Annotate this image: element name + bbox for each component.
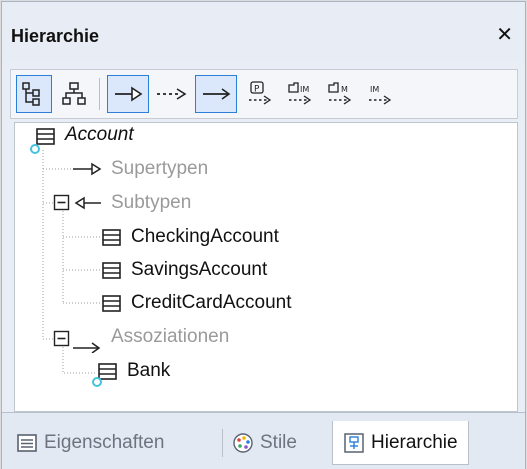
hierarchy-window: Hierarchie ✕ P IM M IM Account Supertype… [1,1,526,469]
package-import-icon: P [249,81,272,105]
import-button[interactable]: IM [363,75,399,113]
package-merge-icon: M [328,82,352,105]
tab-label: Eigenschaften [44,432,165,453]
title-bar: Hierarchie ✕ [2,2,525,62]
association-arrow-icon [203,88,231,100]
generalization-button[interactable] [107,75,149,113]
svg-text:P: P [254,85,260,95]
tree-view-icon [22,82,40,106]
merge-button-2[interactable]: M [323,75,359,113]
toolbar: P IM M IM [10,69,518,119]
connector-point-icon [30,144,40,154]
toolbar-separator [99,78,100,110]
class-icon [102,229,121,246]
association-arrow-icon [73,342,101,353]
tab-label: Stile [260,432,297,453]
close-icon[interactable]: ✕ [496,22,513,46]
palette-icon [233,433,253,453]
merge-button[interactable]: IM [283,75,319,113]
window-title: Hierarchie [11,26,100,46]
connector-point-icon [92,377,102,387]
tree-group-supertypes[interactable]: Supertypen [111,158,208,180]
graph-view-button[interactable] [56,75,92,113]
realization-button[interactable] [151,75,191,113]
tree-item-bank[interactable]: Bank [127,360,170,382]
hierarchy-tree: Account Supertypen Subtypen CheckingAcco… [14,122,518,412]
tree-root-account[interactable]: Account [65,124,134,146]
generalization-arrow-icon [115,86,143,102]
tree-item-creditcardaccount[interactable]: CreditCardAccount [131,292,292,314]
tree-view-button[interactable] [16,75,52,113]
package-import-button[interactable]: P [243,75,279,113]
tree-item-savingsaccount[interactable]: SavingsAccount [131,259,267,281]
tree-group-subtypes[interactable]: Subtypen [111,192,191,214]
tree-group-associations[interactable]: Assoziationen [111,326,229,348]
class-icon [102,262,121,279]
svg-text:IM: IM [370,85,379,94]
dashed-arrow-icon [157,88,187,100]
bottom-tab-bar: Eigenschaften Stile Hierarchie [2,412,525,469]
import-icon: IM [369,85,392,105]
class-icon [102,295,121,312]
tab-eigenschaften[interactable]: Eigenschaften [16,425,164,461]
tab-hierarchie[interactable]: Hierarchie [332,421,469,465]
graph-view-icon [62,82,86,105]
hierarchy-icon [344,432,364,453]
package-merge-icon: IM [288,82,312,105]
svg-text:IM: IM [300,85,309,94]
association-button[interactable] [195,75,237,113]
tree-item-checkingaccount[interactable]: CheckingAccount [131,226,279,248]
collapse-icon[interactable] [53,330,71,348]
generalization-arrow-icon [73,162,102,176]
inverse-generalization-arrow-icon [74,196,101,210]
svg-text:M: M [341,85,348,94]
properties-icon [17,434,37,452]
tab-separator [222,429,223,457]
collapse-icon[interactable] [53,194,71,212]
tab-stile[interactable]: Stile [232,425,297,461]
tab-label: Hierarchie [371,431,458,453]
